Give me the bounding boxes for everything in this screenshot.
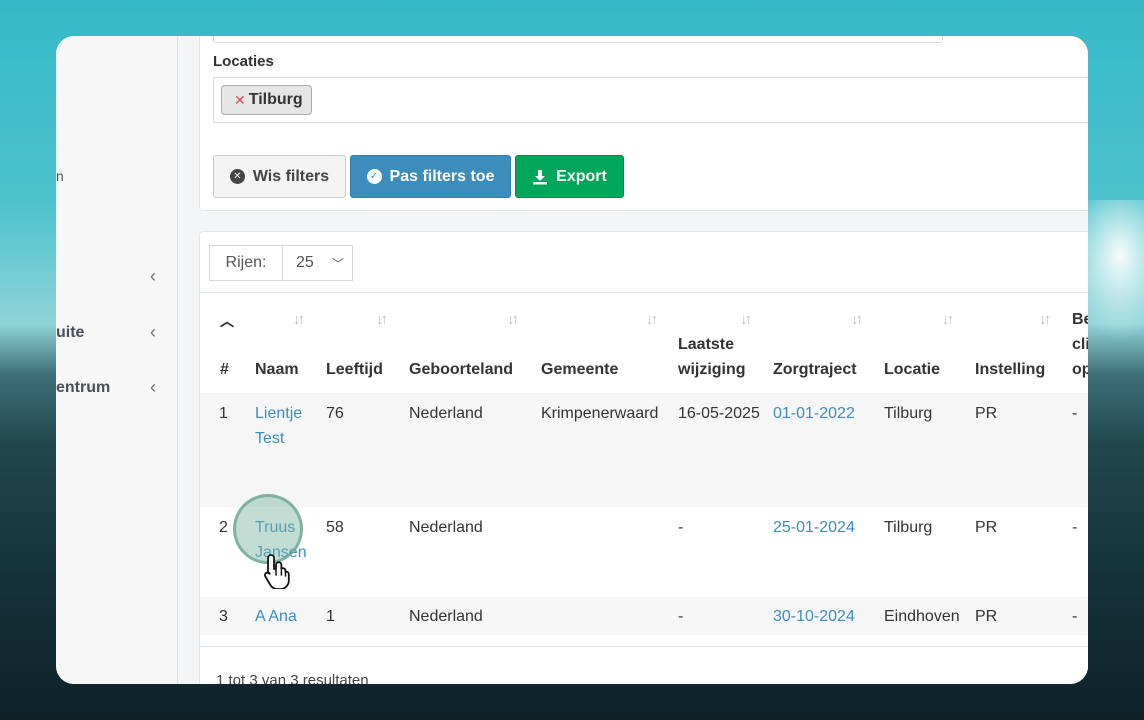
sidebar: n ‹ uite ‹ entrum ‹: [56, 36, 178, 684]
filter-panel: Locaties ✕ Tilburg ✕ Wis filters ✓ Pas f…: [199, 36, 1088, 211]
table-row: 3 A Ana 1 Nederland - 30-10-2024 Eindhov…: [200, 597, 1088, 635]
divider: [200, 292, 1088, 293]
table-row: 2 Truus Jansen 58 Nederland - 25-01-2024…: [200, 507, 1088, 597]
rows-per-page-control: Rijen: 25 ﹀: [209, 245, 353, 281]
patient-name-link[interactable]: Lientje: [255, 401, 302, 426]
times-circle-icon: ✕: [229, 169, 245, 184]
download-icon: [533, 169, 548, 184]
sort-icon: ↓↑: [740, 311, 752, 328]
hand-pointer-icon: [264, 554, 290, 589]
table-row: 1 Lientje Test 76 Nederland Krimpenerwaa…: [200, 393, 1088, 507]
locations-multiselect[interactable]: ✕ Tilburg: [213, 77, 1088, 123]
locations-label: Locaties: [213, 53, 274, 70]
rows-label: Rijen:: [209, 245, 283, 281]
patient-name-link[interactable]: A Ana: [255, 604, 297, 629]
chevron-left-icon: ‹: [150, 266, 156, 286]
divider: [200, 646, 1088, 647]
sidebar-item-label: entrum: [56, 379, 111, 396]
app-window: n ‹ uite ‹ entrum ‹ Locaties ✕ Tilburg ✕…: [56, 36, 1088, 684]
sidebar-text-fragment: n: [56, 168, 64, 184]
zorgtraject-link[interactable]: 01-01-2022: [773, 401, 855, 426]
sidebar-item-2[interactable]: uite ‹: [56, 322, 178, 346]
filter-input-above[interactable]: [213, 36, 943, 43]
export-button[interactable]: Export: [515, 155, 624, 198]
clear-filters-button[interactable]: ✕ Wis filters: [213, 155, 346, 198]
check-circle-icon: ✓: [366, 169, 382, 184]
remove-tag-icon[interactable]: ✕: [234, 86, 246, 114]
results-summary: 1 tot 3 van 3 resultaten: [216, 672, 369, 684]
rows-per-page-select[interactable]: 25 ﹀: [283, 245, 353, 281]
results-table-panel: Rijen: 25 ﹀ ︿ # ↓↑ Naam ↓↑ Leeftijd ↓↑ G…: [199, 231, 1088, 684]
sort-icon: ↓↑: [851, 311, 863, 328]
sidebar-item-label: uite: [56, 324, 85, 341]
sort-icon: ↓↑: [376, 311, 388, 328]
sidebar-item-3[interactable]: entrum ‹: [56, 377, 178, 401]
location-tag-label: Tilburg: [248, 91, 303, 108]
sort-asc-icon: ︿: [220, 313, 234, 329]
sort-icon: ↓↑: [646, 311, 658, 328]
sort-icon: ↓↑: [1039, 311, 1051, 328]
sidebar-item-1[interactable]: ‹: [56, 266, 178, 290]
patient-name-link[interactable]: Test: [255, 426, 284, 451]
zorgtraject-link[interactable]: 30-10-2024: [773, 604, 855, 629]
chevron-left-icon: ‹: [150, 322, 156, 342]
main-content: Locaties ✕ Tilburg ✕ Wis filters ✓ Pas f…: [179, 36, 1088, 684]
sort-icon: ↓↑: [293, 311, 305, 328]
apply-filters-button[interactable]: ✓ Pas filters toe: [350, 155, 511, 198]
sort-icon: ↓↑: [942, 311, 954, 328]
chevron-left-icon: ‹: [150, 377, 156, 397]
zorgtraject-link[interactable]: 25-01-2024: [773, 515, 855, 540]
location-tag: ✕ Tilburg: [221, 85, 312, 115]
chevron-down-icon: ﹀: [331, 257, 344, 271]
sort-icon: ↓↑: [507, 311, 519, 328]
